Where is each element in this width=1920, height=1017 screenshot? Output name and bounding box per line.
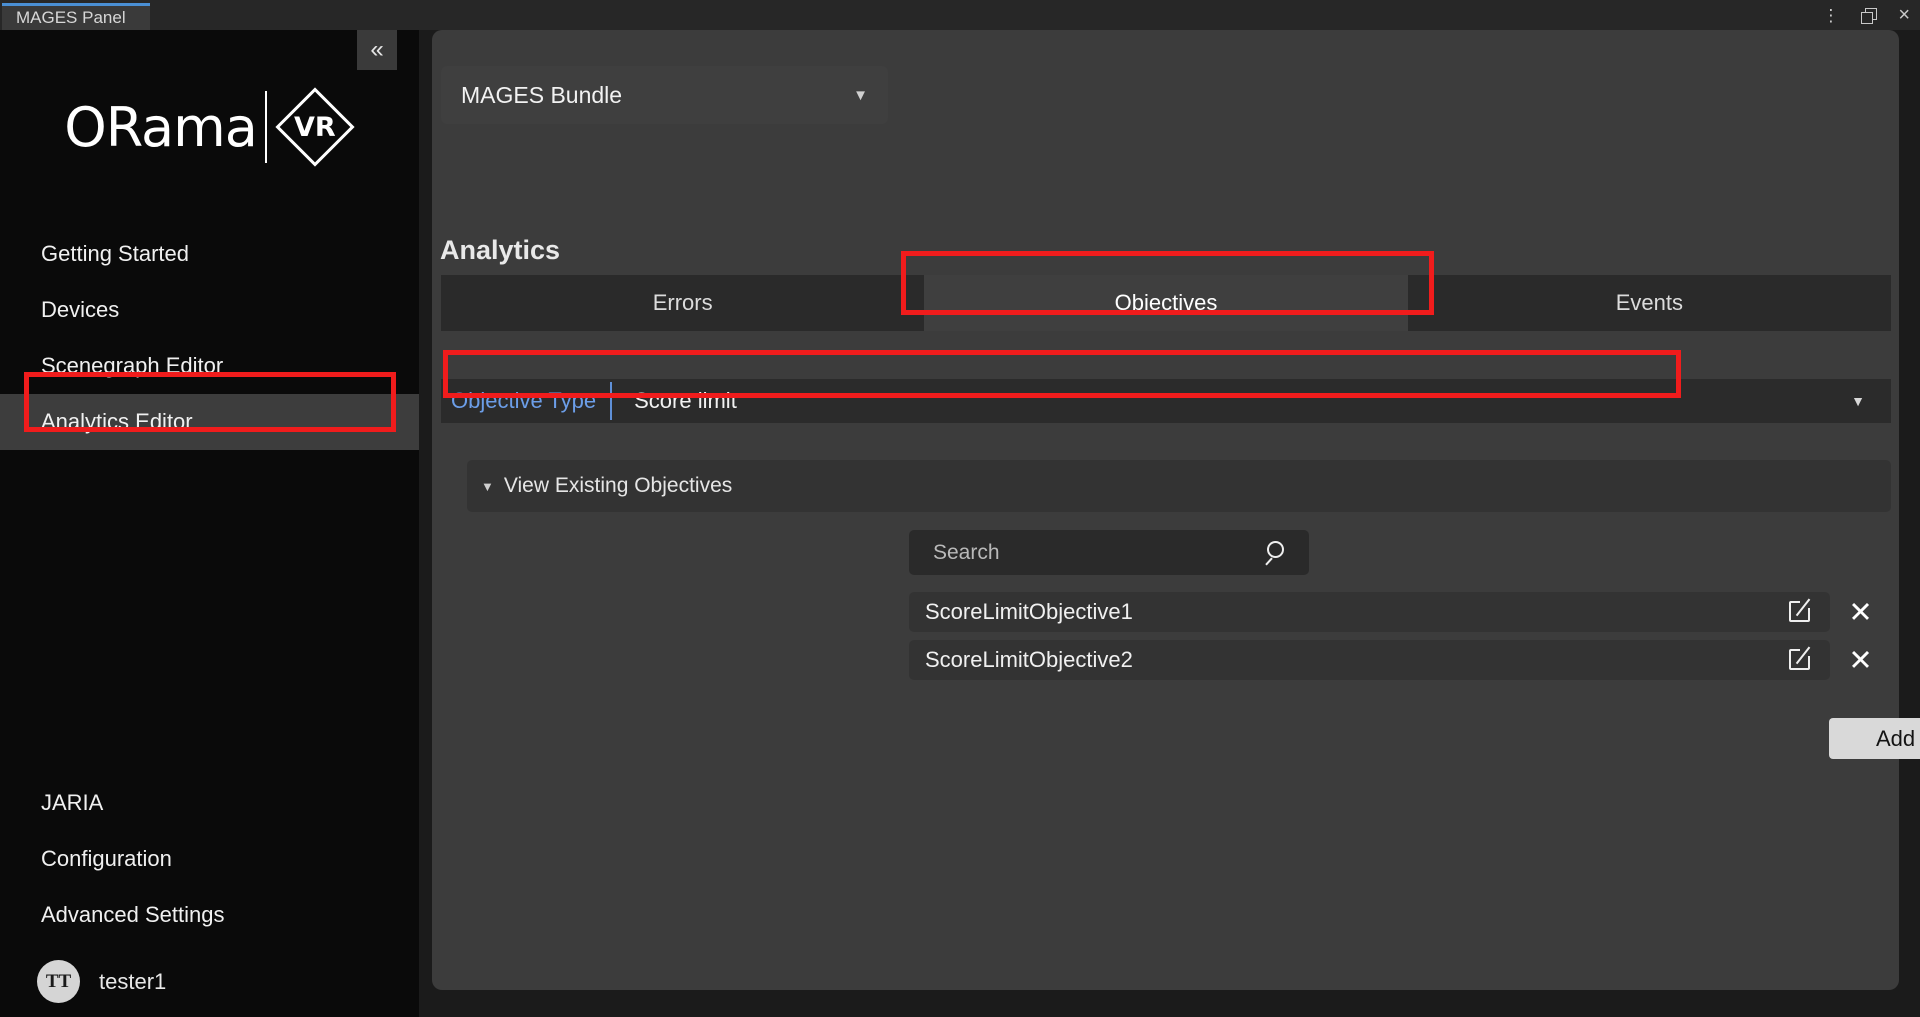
sidebar-item-getting-started[interactable]: Getting Started — [0, 226, 419, 282]
close-icon[interactable]: × — [1898, 5, 1910, 25]
window-titlebar: MAGES Panel ⋮ × — [0, 0, 1920, 30]
avatar: TT — [37, 960, 80, 1003]
bundle-dropdown[interactable]: MAGES Bundle ▼ — [441, 66, 888, 124]
objective-row[interactable]: ScoreLimitObjective1 — [909, 592, 1830, 632]
tab-label: Errors — [653, 290, 713, 316]
tab-events[interactable]: Events — [1408, 275, 1891, 331]
main-content-panel: MAGES Bundle ▼ Analytics Errors Objectiv… — [432, 30, 1899, 990]
sidebar-nav-bottom: JARIA Configuration Advanced Settings — [0, 775, 419, 943]
sidebar: « ORama VR Getting Started Devices Scene… — [0, 30, 419, 1017]
logo-vr-text: VR — [275, 87, 355, 167]
sidebar-item-label: Advanced Settings — [41, 902, 224, 928]
sidebar-item-label: Devices — [41, 297, 119, 323]
tab-errors[interactable]: Errors — [441, 275, 924, 331]
window-tab-mages-panel[interactable]: MAGES Panel — [2, 3, 150, 30]
sidebar-item-devices[interactable]: Devices — [0, 282, 419, 338]
tab-objectives[interactable]: Objectives — [924, 275, 1407, 331]
search-input[interactable]: Search — [909, 530, 1309, 575]
sidebar-item-label: Getting Started — [41, 241, 189, 267]
window-tab-label: MAGES Panel — [16, 8, 126, 28]
chevron-down-icon: ▼ — [853, 87, 868, 104]
analytics-tabbar: Errors Objectives Events — [441, 275, 1891, 331]
sidebar-item-configuration[interactable]: Configuration — [0, 831, 419, 887]
edit-icon[interactable] — [1788, 599, 1814, 625]
tab-label: Events — [1616, 290, 1683, 316]
logo-vr-diamond-icon: VR — [275, 87, 355, 167]
list-item: ScoreLimitObjective1 ✕ — [909, 592, 1891, 632]
restore-window-icon[interactable] — [1861, 8, 1876, 23]
triangle-down-icon: ▼ — [481, 479, 494, 494]
delete-objective-button[interactable]: ✕ — [1830, 595, 1891, 629]
chevron-down-icon: ▼ — [1851, 393, 1865, 409]
sidebar-item-label: Analytics Editor — [41, 409, 193, 435]
objective-name: ScoreLimitObjective1 — [925, 599, 1133, 625]
sidebar-item-analytics-editor[interactable]: Analytics Editor — [0, 394, 419, 450]
sidebar-item-jaria[interactable]: JARIA — [0, 775, 419, 831]
sidebar-nav-top: Getting Started Devices Scenegraph Edito… — [0, 226, 419, 450]
objective-type-row: Objective Type Score limit ▼ — [441, 379, 1891, 423]
window-controls: ⋮ × — [1822, 0, 1910, 30]
sidebar-item-scenegraph-editor[interactable]: Scenegraph Editor — [0, 338, 419, 394]
view-existing-objectives-accordion[interactable]: ▼ View Existing Objectives — [467, 460, 1891, 512]
user-name-label: tester1 — [99, 969, 166, 995]
objective-type-label: Objective Type — [441, 382, 612, 420]
search-icon[interactable] — [1265, 541, 1289, 565]
sidebar-item-label: JARIA — [41, 790, 103, 816]
sidebar-item-advanced-settings[interactable]: Advanced Settings — [0, 887, 419, 943]
app-logo: ORama VR — [0, 82, 419, 172]
list-item: ScoreLimitObjective2 ✕ — [909, 640, 1891, 680]
sidebar-collapse-icon[interactable]: « — [357, 30, 397, 70]
edit-icon[interactable] — [1788, 647, 1814, 673]
page-title: Analytics — [440, 235, 560, 266]
objective-type-dropdown[interactable]: Score limit ▼ — [612, 388, 1891, 414]
objective-type-value: Score limit — [634, 388, 737, 414]
delete-objective-button[interactable]: ✕ — [1830, 643, 1891, 677]
logo-text: ORama — [64, 96, 257, 159]
sidebar-item-label: Configuration — [41, 846, 172, 872]
kebab-menu-icon[interactable]: ⋮ — [1822, 7, 1839, 24]
objectives-list: ScoreLimitObjective1 ✕ ScoreLimitObjecti… — [909, 592, 1891, 688]
tab-label: Objectives — [1115, 290, 1218, 316]
bundle-dropdown-value: MAGES Bundle — [461, 82, 622, 109]
search-input-value: Search — [909, 541, 1000, 565]
add-new-objective-button[interactable]: Add New Objective — [1829, 718, 1920, 759]
logo-divider — [265, 91, 267, 163]
sidebar-item-label: Scenegraph Editor — [41, 353, 223, 379]
objective-row[interactable]: ScoreLimitObjective2 — [909, 640, 1830, 680]
user-account[interactable]: TT tester1 — [37, 960, 166, 1003]
accordion-label: View Existing Objectives — [504, 474, 732, 498]
objective-name: ScoreLimitObjective2 — [925, 647, 1133, 673]
